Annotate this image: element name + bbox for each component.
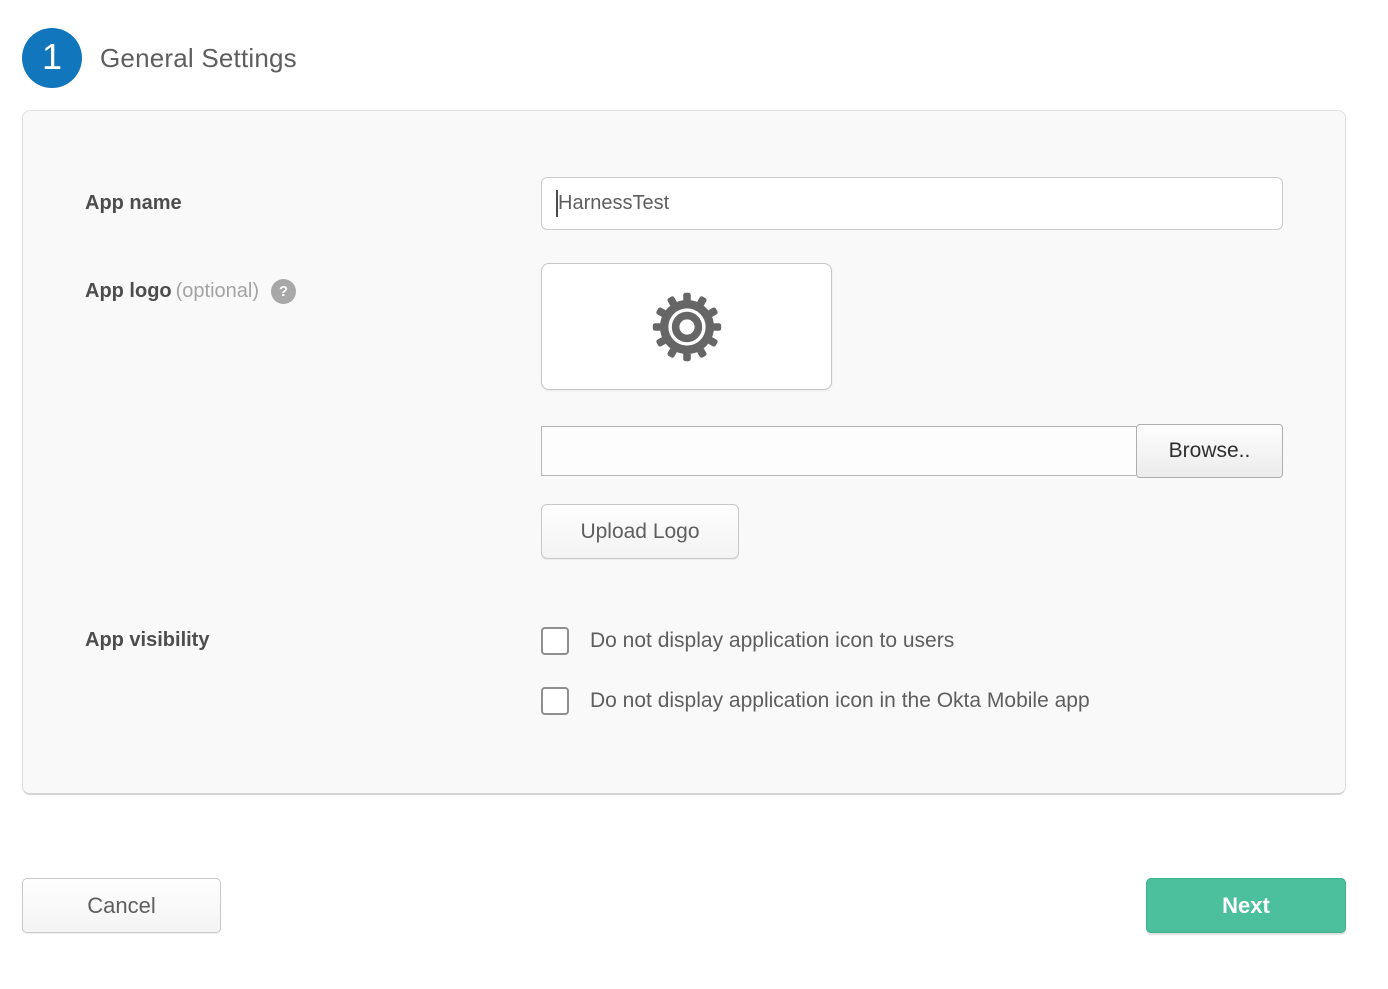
app-logo-label: App logo	[85, 280, 172, 303]
cancel-button[interactable]: Cancel	[22, 878, 221, 933]
visibility-option-okta-mobile[interactable]: Do not display application icon in the O…	[541, 687, 1283, 715]
logo-preview-box	[541, 263, 832, 390]
visibility-option-users[interactable]: Do not display application icon to users	[541, 627, 1283, 655]
app-visibility-row: App visibility Do not display applicatio…	[85, 627, 1283, 715]
app-visibility-label: App visibility	[85, 629, 209, 651]
next-button[interactable]: Next	[1146, 878, 1346, 933]
page-title: General Settings	[100, 43, 297, 74]
checkbox-hide-icon-okta-mobile[interactable]	[541, 687, 569, 715]
upload-logo-button[interactable]: Upload Logo	[541, 504, 739, 559]
browse-button[interactable]: Browse..	[1136, 424, 1283, 478]
checkbox-label: Do not display application icon to users	[590, 629, 954, 653]
step-header: 1 General Settings	[22, 0, 1388, 88]
general-settings-panel: App name App logo (optional) ?	[22, 110, 1346, 795]
wizard-footer: Cancel Next	[22, 878, 1346, 989]
app-name-input-wrap	[541, 177, 1283, 230]
gear-icon	[649, 289, 725, 365]
app-logo-optional-note: (optional)	[176, 280, 259, 303]
checkbox-hide-icon-users[interactable]	[541, 627, 569, 655]
general-settings-page: 1 General Settings App name App logo (op…	[0, 0, 1388, 989]
step-number: 1	[42, 36, 62, 78]
app-name-row: App name	[85, 177, 1283, 230]
logo-file-path-field[interactable]	[541, 426, 1136, 476]
app-name-label: App name	[85, 192, 182, 214]
step-number-badge: 1	[22, 28, 82, 88]
help-icon[interactable]: ?	[271, 279, 296, 304]
checkbox-label: Do not display application icon in the O…	[590, 689, 1090, 713]
app-logo-row: App logo (optional) ?	[85, 263, 1283, 559]
app-name-input[interactable]	[541, 177, 1283, 230]
logo-file-input: Browse..	[541, 424, 1283, 478]
